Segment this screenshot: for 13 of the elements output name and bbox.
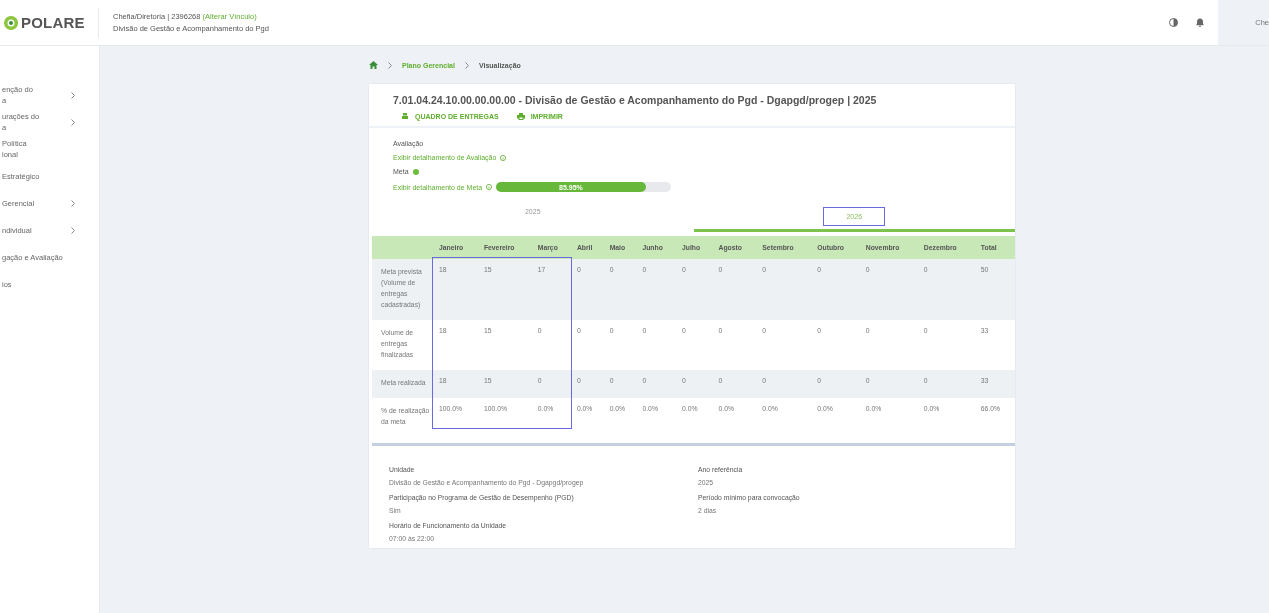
logo-icon: [4, 14, 18, 31]
logo-text: POLARE: [21, 14, 85, 31]
home-icon[interactable]: [369, 61, 378, 69]
info-icon: [500, 154, 507, 161]
chevron-icon: [464, 61, 469, 69]
printer-icon: [516, 113, 525, 120]
bell-icon[interactable]: [1196, 18, 1204, 27]
status-dot-icon: [412, 168, 419, 175]
chevron-icon: [388, 61, 392, 69]
card-title: 7.01.04.24.10.00.00.00.00 - Divisão de Gestão e Acompanhamento do Pgd - Dgapgd/progep | 2025: [393, 94, 878, 106]
people-icon: [401, 113, 409, 120]
contrast-icon[interactable]: [1169, 18, 1178, 27]
info-icon: [486, 184, 493, 190]
